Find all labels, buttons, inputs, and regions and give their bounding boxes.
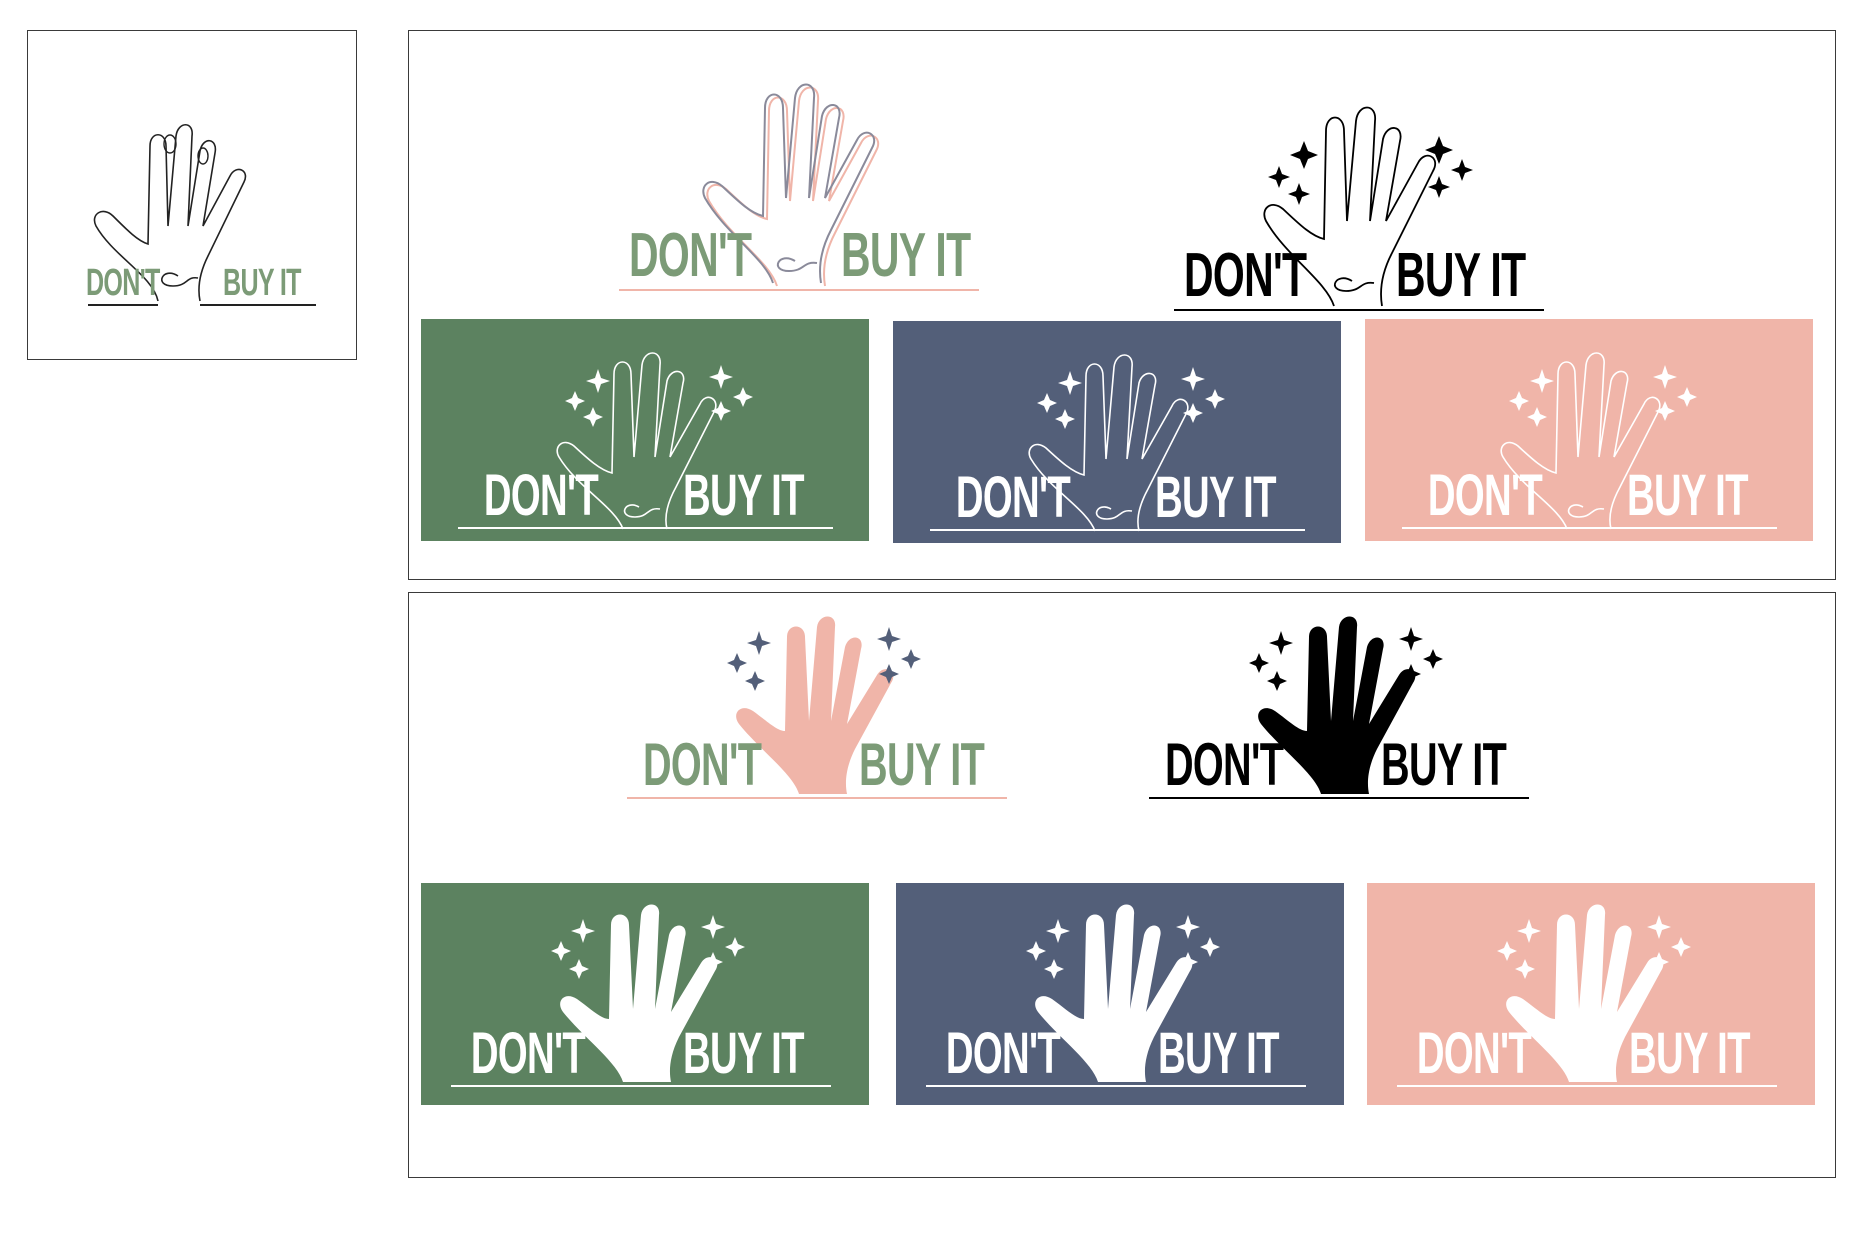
logo-baseline bbox=[1397, 1085, 1777, 1087]
logo-word-left: DON'T bbox=[1183, 241, 1307, 310]
logo-word-left: DON'T bbox=[1416, 1021, 1532, 1086]
logo-word-left: DON'T bbox=[1164, 731, 1284, 798]
logo-baseline bbox=[1149, 797, 1529, 799]
logo-word-right: BUY IT bbox=[683, 1021, 804, 1086]
logo-word-right: BUY IT bbox=[1627, 463, 1748, 528]
logo-white-outline: DON'T BUY IT bbox=[925, 331, 1305, 541]
logo-word-left: DON'T bbox=[483, 463, 599, 528]
logo-white-outline: DON'T BUY IT bbox=[1397, 329, 1777, 539]
logo-white-filled: DON'T BUY IT bbox=[926, 897, 1306, 1097]
outline-variants-frame: DON'T BUY IT DON'T BUY IT DON'T BUY IT D… bbox=[408, 30, 1836, 580]
logo-word-left: DON'T bbox=[945, 1021, 1061, 1086]
logo-word-left: DON'T bbox=[1427, 463, 1543, 528]
panel-green-outline: DON'T BUY IT bbox=[421, 319, 869, 541]
logo-filled-black: DON'T BUY IT bbox=[1149, 609, 1529, 809]
logo-word-left: DON'T bbox=[628, 221, 752, 290]
logo-baseline bbox=[451, 1085, 831, 1087]
logo-baseline bbox=[200, 304, 316, 306]
filled-variants-frame: DON'T BUY IT DON'T BUY IT DON'T BUY IT D… bbox=[408, 592, 1836, 1178]
logo-word-left: DON'T bbox=[86, 262, 160, 304]
logo-word-right: BUY IT bbox=[1155, 465, 1276, 530]
logo-baseline bbox=[88, 304, 158, 306]
logo-baseline bbox=[1402, 527, 1777, 529]
logo-word-right: BUY IT bbox=[1158, 1021, 1279, 1086]
logo-white-filled: DON'T BUY IT bbox=[451, 897, 831, 1097]
logo-word-right: BUY IT bbox=[1629, 1021, 1750, 1086]
logo-baseline bbox=[627, 797, 1007, 799]
logo-word-right: BUY IT bbox=[859, 731, 985, 798]
panel-pink-outline: DON'T BUY IT bbox=[1365, 319, 1813, 541]
logo-word-left: DON'T bbox=[470, 1021, 586, 1086]
logo-white-outline: DON'T BUY IT bbox=[453, 329, 833, 539]
logo-white-filled: DON'T BUY IT bbox=[1397, 897, 1777, 1097]
logo-word-left: DON'T bbox=[642, 731, 762, 798]
panel-slate-filled: DON'T BUY IT bbox=[896, 883, 1344, 1105]
draft-frame: DON'T BUY IT bbox=[27, 30, 357, 360]
logo-outline-green: DON'T BUY IT bbox=[609, 71, 989, 301]
logo-baseline bbox=[458, 527, 833, 529]
logo-word-right: BUY IT bbox=[841, 221, 971, 290]
panel-green-filled: DON'T BUY IT bbox=[421, 883, 869, 1105]
logo-filled-pink: DON'T BUY IT bbox=[627, 609, 1007, 809]
logo-baseline bbox=[619, 289, 979, 291]
panel-slate-outline: DON'T BUY IT bbox=[893, 321, 1341, 543]
logo-word-right: BUY IT bbox=[683, 463, 804, 528]
logo-baseline bbox=[926, 1085, 1306, 1087]
logo-word-right: BUY IT bbox=[223, 262, 301, 304]
logo-word-right: BUY IT bbox=[1381, 731, 1507, 798]
logo-word-right: BUY IT bbox=[1396, 241, 1526, 310]
logo-baseline bbox=[930, 529, 1305, 531]
logo-draft: DON'T BUY IT bbox=[58, 86, 338, 316]
panel-pink-filled: DON'T BUY IT bbox=[1367, 883, 1815, 1105]
logo-baseline bbox=[1174, 309, 1544, 311]
logo-word-left: DON'T bbox=[955, 465, 1071, 530]
logo-outline-black: DON'T BUY IT bbox=[1164, 81, 1544, 321]
